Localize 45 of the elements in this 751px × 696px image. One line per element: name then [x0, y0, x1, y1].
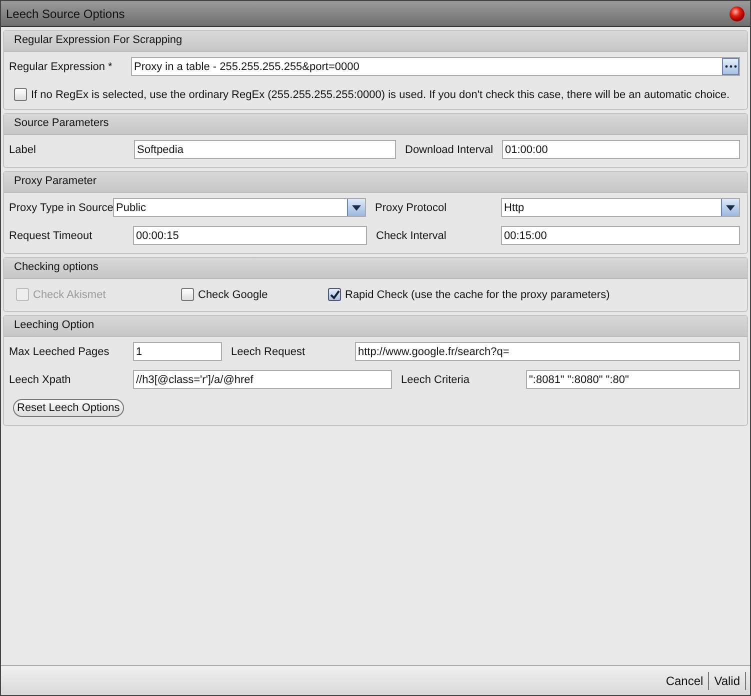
dropdown-button[interactable]	[721, 199, 739, 216]
footer-button[interactable]: Valid	[709, 672, 746, 690]
browse-button[interactable]	[722, 58, 739, 75]
dropdown[interactable]: Public	[113, 198, 366, 217]
checkbox-label: Check Akismet	[33, 288, 106, 300]
field-label: Request Timeout	[9, 230, 94, 242]
input-field[interactable]: Softpedia	[134, 140, 396, 159]
section-header: Regular Expression For Scrapping	[4, 31, 747, 52]
input-field[interactable]: 01:00:00	[502, 140, 740, 159]
input-field[interactable]: http://www.google.fr/search?q=	[355, 342, 740, 361]
dropdown[interactable]: Http	[501, 198, 740, 217]
dropdown-button[interactable]	[347, 199, 365, 216]
checkbox-label: If no RegEx is selected, use the ordinary RegEx (255.255.255.255:0000) is used. If you don't check this case, there will be an automatic choice.	[31, 88, 730, 100]
window-title: Leech Source Options	[6, 6, 125, 20]
field-label: Label	[9, 144, 37, 156]
field-label: Proxy Type in Source	[9, 202, 113, 214]
field-label: Leech Xpath	[9, 374, 72, 386]
close-icon[interactable]	[729, 6, 745, 22]
footer-button[interactable]: Cancel	[660, 672, 710, 690]
input-field[interactable]: 00:15:00	[501, 226, 740, 245]
checkbox-label: Check Google	[198, 288, 268, 300]
field-label: Leech Criteria	[400, 374, 470, 386]
input-field[interactable]: //h3[@class='r']/a/@href	[133, 370, 392, 389]
field-label: Check Interval	[375, 230, 448, 242]
checkbox[interactable]	[181, 288, 194, 301]
section-header: Checking options	[4, 258, 747, 279]
checkbox[interactable]	[328, 288, 341, 301]
ellipsis-icon	[724, 65, 736, 68]
field-label: Leech Request	[230, 346, 306, 358]
section-header: Proxy Parameter	[4, 172, 747, 193]
input-field[interactable]: ":8081" ":8080" ":80"	[526, 370, 740, 389]
caret-icon	[352, 204, 361, 210]
field-label: Proxy Protocol	[374, 202, 448, 214]
section-header: Source Parameters	[4, 114, 747, 135]
checkbox-label: Rapid Check (use the cache for the proxy parameters)	[345, 288, 610, 300]
caret-icon	[726, 204, 735, 210]
input-field[interactable]: 1	[133, 342, 222, 361]
reset-button[interactable]: Reset Leech Options	[13, 399, 124, 417]
field-label: Download Interval	[404, 144, 494, 156]
field-label: Regular Expression *	[9, 60, 114, 72]
input-field[interactable]: 00:00:15	[133, 226, 367, 245]
field-label: Max Leeched Pages	[9, 346, 110, 358]
checkbox[interactable]	[14, 88, 27, 101]
section-header: Leeching Option	[4, 316, 747, 337]
input-field[interactable]: Proxy in a table - 255.255.255.255&port=0000	[131, 57, 740, 76]
